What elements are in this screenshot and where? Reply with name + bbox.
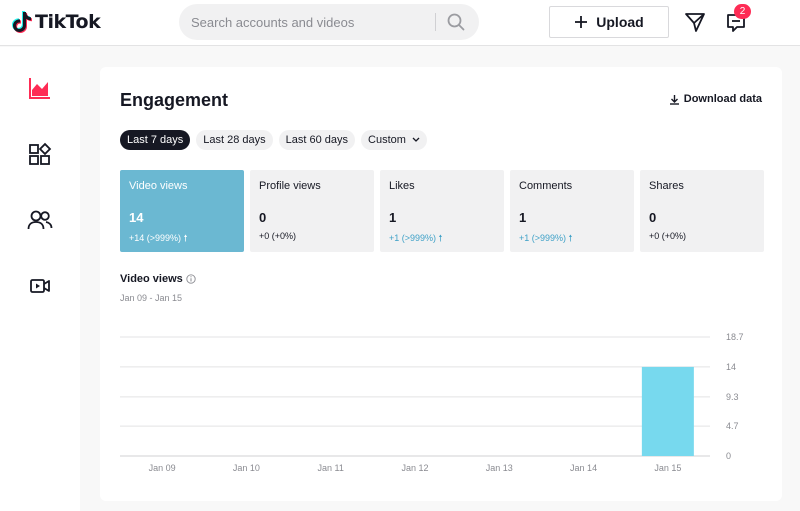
metric-delta-text: +0 (+0%) xyxy=(649,231,687,241)
sidebar xyxy=(0,47,80,511)
metric-label: Video views xyxy=(129,180,188,192)
search-button[interactable] xyxy=(441,9,471,35)
x-tick-label: Jan 11 xyxy=(318,463,344,473)
download-label: Download data xyxy=(683,93,762,105)
page-title: Engagement xyxy=(120,90,229,110)
x-tick-label: Jan 12 xyxy=(401,463,428,473)
tiktok-logo-icon xyxy=(12,11,32,33)
metric-delta-text: +14 (>999%) xyxy=(129,233,182,243)
metric-delta: +0 (+0%) xyxy=(649,231,686,241)
metric-delta: +0 (+0%) xyxy=(259,231,296,241)
chart-bar[interactable] xyxy=(641,366,694,456)
metric-value: 1 xyxy=(389,210,397,225)
metric-label: Likes xyxy=(389,180,415,192)
x-tick-label: Jan 10 xyxy=(233,463,260,473)
logo-text: TikTok xyxy=(35,11,101,33)
analytics-icon xyxy=(29,78,50,99)
download-icon xyxy=(669,94,679,105)
filter-label: Last 60 days xyxy=(285,134,349,146)
metric-card-video-views[interactable]: Video views 14 +14 (>999%) 🠕 xyxy=(120,170,244,252)
followers-icon xyxy=(27,210,53,230)
metric-value: 1 xyxy=(519,210,527,225)
metric-delta-text: +0 (+0%) xyxy=(259,231,297,241)
metric-label: Shares xyxy=(649,180,684,192)
filter-last-60-days[interactable]: Last 60 days xyxy=(278,130,356,150)
filter-label: Last 28 days xyxy=(203,134,266,146)
metric-delta: +1 (>999%) 🠕 xyxy=(389,231,442,247)
metric-delta-text: +1 (>999%) xyxy=(389,233,437,243)
y-tick-label: 18.7 xyxy=(726,332,744,342)
video-views-chart: 0 4.7 9.3 14 18.7 Jan 09 Jan 10 Jan 11 Jan 12 Jan… xyxy=(120,332,744,473)
chart-title: Video views xyxy=(120,273,196,285)
filter-label: Custom xyxy=(368,134,406,146)
sidebar-item-content[interactable] xyxy=(25,139,55,169)
upload-label: Upload xyxy=(596,14,644,30)
metric-card-profile-views[interactable]: Profile views 0 +0 (+0%) xyxy=(250,170,374,252)
sidebar-item-analytics[interactable] xyxy=(25,73,55,103)
search-input[interactable] xyxy=(191,4,431,40)
chevron-down-icon xyxy=(412,137,420,142)
content-icon xyxy=(29,142,52,165)
y-tick-label: 9.3 xyxy=(726,392,739,402)
search-icon xyxy=(447,13,465,31)
search-bar xyxy=(179,4,479,40)
sidebar-item-followers[interactable] xyxy=(25,205,55,235)
paper-plane-icon xyxy=(685,13,705,32)
chart-title-text: Video views xyxy=(120,273,183,285)
engagement-card: Engagement Download data Last 7 days Las… xyxy=(100,67,782,501)
y-tick-label: 14 xyxy=(726,362,736,372)
metric-card-comments[interactable]: Comments 1 +1 (>999%) 🠕 xyxy=(510,170,634,252)
info-icon[interactable] xyxy=(186,274,196,284)
date-range-filters: Last 7 days Last 28 days Last 60 days Cu… xyxy=(120,130,427,150)
metric-cards: Video views 14 +14 (>999%) 🠕 Profile vie… xyxy=(120,170,764,252)
metric-value: 0 xyxy=(259,210,267,225)
metric-label: Comments xyxy=(519,180,573,192)
y-tick-label: 0 xyxy=(726,451,731,461)
filter-custom[interactable]: Custom xyxy=(361,130,427,150)
metric-card-likes[interactable]: Likes 1 +1 (>999%) 🠕 xyxy=(380,170,504,252)
download-data-button[interactable]: Download data xyxy=(669,93,762,105)
live-icon xyxy=(30,279,50,293)
y-tick-label: 4.7 xyxy=(726,421,739,431)
chart-date-range: Jan 09 - Jan 15 xyxy=(120,293,183,303)
x-tick-label: Jan 15 xyxy=(654,463,681,473)
tiktok-logo[interactable]: TikTok xyxy=(11,9,101,35)
x-tick-label: Jan 09 xyxy=(149,463,176,473)
filter-last-28-days[interactable]: Last 28 days xyxy=(196,130,273,150)
metric-delta: +14 (>999%) 🠕 xyxy=(129,231,187,247)
sidebar-item-live[interactable] xyxy=(25,271,55,301)
metric-delta-text: +1 (>999%) xyxy=(519,233,567,243)
metric-value: 0 xyxy=(649,210,657,225)
arrow-up-icon: 🠕 xyxy=(568,233,573,243)
metric-label: Profile views xyxy=(259,180,321,192)
upload-button[interactable]: Upload xyxy=(549,6,669,38)
x-tick-label: Jan 13 xyxy=(486,463,513,473)
top-header: TikTok Upload 2 xyxy=(0,0,800,46)
x-tick-label: Jan 14 xyxy=(570,463,597,473)
inbox-badge: 2 xyxy=(734,4,751,19)
search-divider xyxy=(435,13,436,31)
metric-card-shares[interactable]: Shares 0 +0 (+0%) xyxy=(640,170,764,252)
metric-value: 14 xyxy=(129,210,144,225)
metric-delta: +1 (>999%) 🠕 xyxy=(519,231,572,247)
arrow-up-icon: 🠕 xyxy=(438,233,443,243)
plus-icon xyxy=(575,16,588,28)
arrow-up-icon: 🠕 xyxy=(183,233,188,243)
filter-label: Last 7 days xyxy=(127,134,184,146)
messages-button[interactable] xyxy=(684,11,706,33)
filter-last-7-days[interactable]: Last 7 days xyxy=(120,130,191,150)
